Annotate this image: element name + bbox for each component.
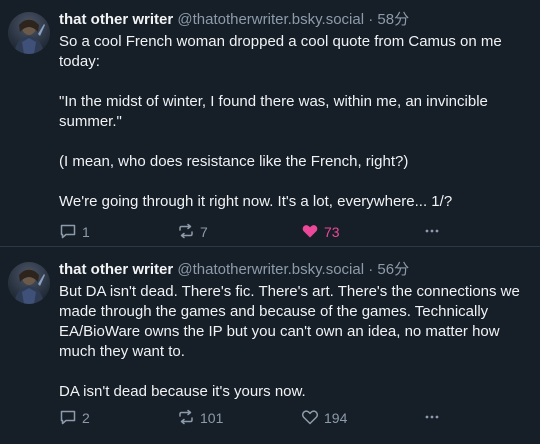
reply-button[interactable]: 2 — [59, 408, 90, 428]
post-text: But DA isn't dead. There's fic. There's … — [59, 283, 520, 400]
avatar-image — [8, 262, 50, 304]
avatar[interactable] — [8, 262, 50, 304]
repost-button[interactable]: 101 — [177, 408, 223, 428]
more-dots-icon — [423, 222, 441, 243]
reply-count: 2 — [82, 410, 90, 426]
author-handle[interactable]: @thatotherwriter.bsky.social — [177, 11, 364, 28]
post-timestamp[interactable]: 58分 — [377, 11, 409, 28]
repost-count: 101 — [200, 410, 224, 426]
post-actions: 1 7 73 — [59, 222, 449, 242]
like-button[interactable]: 194 — [301, 408, 347, 428]
repost-arrows-icon — [177, 408, 195, 429]
post-actions: 2 101 194 — [59, 408, 449, 428]
more-options-button[interactable] — [423, 408, 441, 428]
more-dots-icon — [423, 408, 441, 429]
post-content: that other writer @thatotherwriter.bsky.… — [59, 10, 529, 212]
like-count: 194 — [324, 410, 348, 426]
post-timestamp[interactable]: 56分 — [377, 261, 409, 278]
reply-count: 1 — [82, 224, 90, 240]
more-options-button[interactable] — [423, 222, 441, 242]
avatar-image — [8, 12, 50, 54]
separator-dot: · — [368, 261, 374, 278]
reply-button[interactable]: 1 — [59, 222, 90, 242]
post[interactable]: that other writer @thatotherwriter.bsky.… — [0, 250, 540, 444]
repost-button[interactable]: 7 — [177, 222, 208, 242]
post-text: So a cool French woman dropped a cool qu… — [59, 33, 502, 210]
post-content: that other writer @thatotherwriter.bsky.… — [59, 260, 529, 402]
heart-icon — [301, 222, 319, 243]
repost-count: 7 — [200, 224, 208, 240]
post-thread: that other writer @thatotherwriter.bsky.… — [0, 0, 540, 444]
like-button[interactable]: 73 — [301, 222, 340, 242]
post[interactable]: that other writer @thatotherwriter.bsky.… — [0, 0, 540, 244]
author-handle[interactable]: @thatotherwriter.bsky.social — [177, 261, 364, 278]
post-header: that other writer @thatotherwriter.bsky.… — [59, 260, 529, 280]
reply-bubble-icon — [59, 222, 77, 243]
separator-dot: · — [368, 11, 374, 28]
author-display-name[interactable]: that other writer — [59, 261, 173, 278]
avatar[interactable] — [8, 12, 50, 54]
like-count: 73 — [324, 224, 340, 240]
post-header: that other writer @thatotherwriter.bsky.… — [59, 10, 529, 30]
post-divider — [0, 246, 540, 247]
repost-arrows-icon — [177, 222, 195, 243]
author-display-name[interactable]: that other writer — [59, 11, 173, 28]
heart-icon — [301, 408, 319, 429]
reply-bubble-icon — [59, 408, 77, 429]
